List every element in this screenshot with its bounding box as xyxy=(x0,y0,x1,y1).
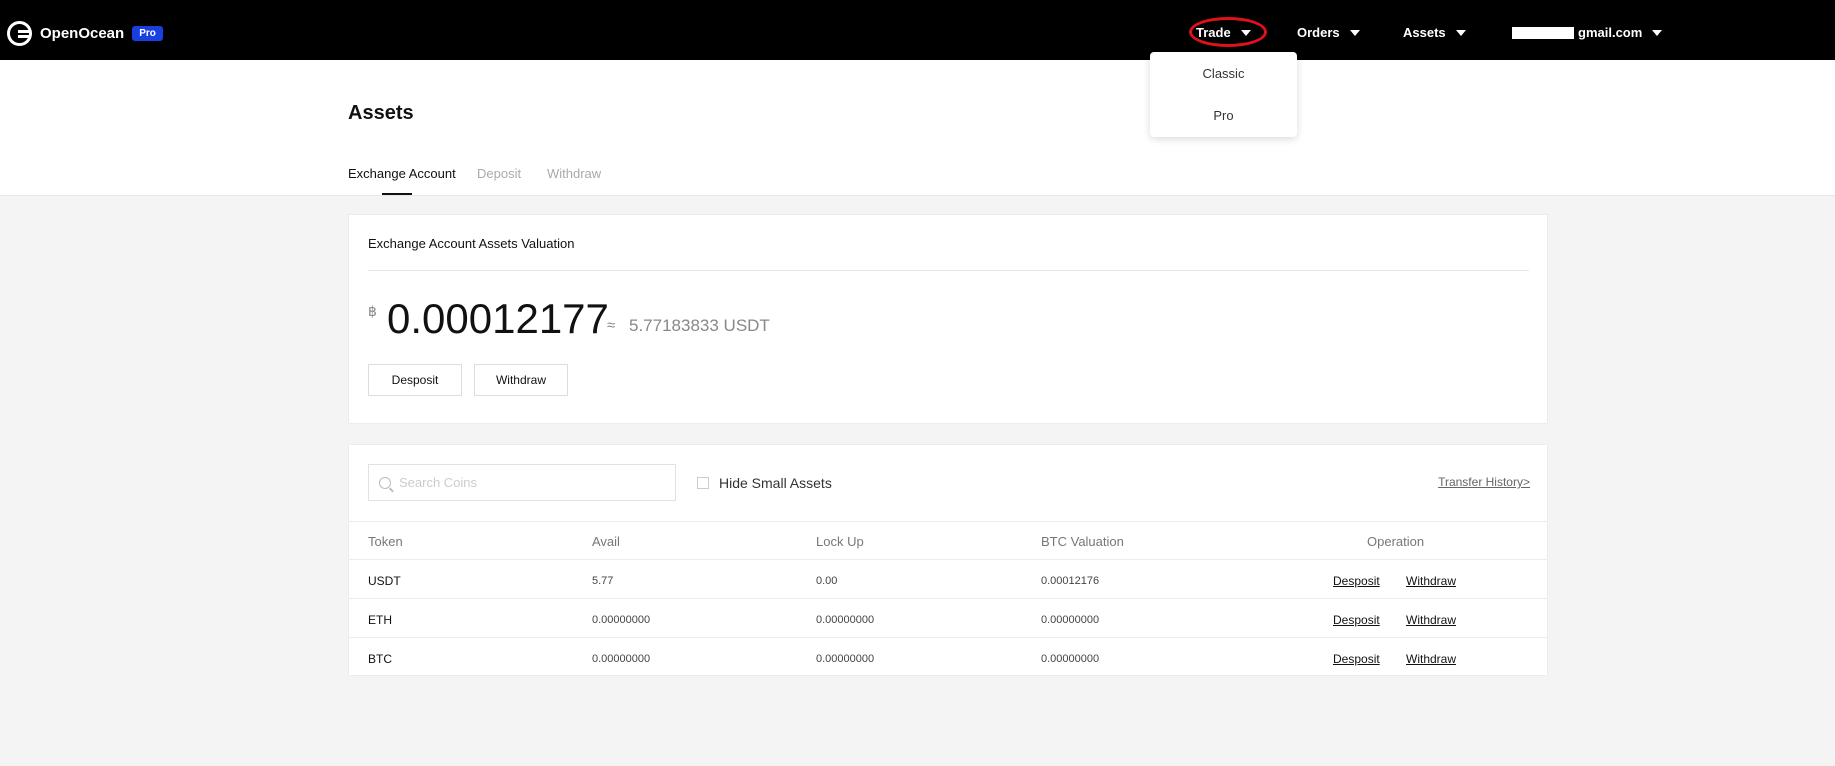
usdt-valuation-value: 5.77183833 USDT xyxy=(629,316,770,335)
hide-small-assets-label: Hide Small Assets xyxy=(719,475,832,491)
nav-assets[interactable]: Assets xyxy=(1403,25,1466,40)
divider xyxy=(368,270,1529,271)
transfer-history-link[interactable]: Transfer History> xyxy=(1438,475,1530,489)
row-deposit-link[interactable]: Desposit xyxy=(1333,652,1380,666)
nav-orders-label: Orders xyxy=(1297,25,1340,40)
hide-small-assets-checkbox[interactable] xyxy=(697,477,709,489)
cell-lock-up: 0.00000000 xyxy=(816,653,875,665)
cell-avail: 5.77 xyxy=(592,575,614,587)
caret-down-icon xyxy=(1240,29,1251,36)
nav-trade-label: Trade xyxy=(1196,25,1231,40)
row-withdraw-link[interactable]: Withdraw xyxy=(1406,613,1456,627)
row-divider xyxy=(349,559,1547,560)
row-withdraw-link[interactable]: Withdraw xyxy=(1406,652,1456,666)
withdraw-button[interactable]: Withdraw xyxy=(474,364,568,396)
pro-badge: Pro xyxy=(132,25,163,41)
row-divider xyxy=(349,598,1547,599)
active-tab-indicator xyxy=(382,193,412,195)
valuation-title: Exchange Account Assets Valuation xyxy=(368,236,575,251)
cell-btc-valuation: 0.00000000 xyxy=(1041,653,1100,665)
cell-btc-valuation: 0.00012176 xyxy=(1041,575,1100,587)
caret-down-icon xyxy=(1652,29,1663,36)
tab-deposit[interactable]: Deposit xyxy=(477,166,521,181)
openocean-logo-icon xyxy=(7,20,32,46)
brand-logo[interactable]: OpenOcean Pro xyxy=(7,20,163,46)
cell-avail: 0.00000000 xyxy=(592,614,651,626)
account-redaction xyxy=(1512,26,1574,39)
nav-account[interactable]: gmail.com xyxy=(1512,25,1663,40)
cell-token: USDT xyxy=(368,574,401,588)
valuation-card: Exchange Account Assets Valuation ฿ 0.00… xyxy=(348,214,1548,424)
nav-orders[interactable]: Orders xyxy=(1297,25,1360,40)
btc-symbol-icon: ฿ xyxy=(368,303,377,319)
column-header-operation: Operation xyxy=(1367,534,1425,549)
cell-lock-up: 0.00 xyxy=(816,575,838,587)
row-deposit-link[interactable]: Desposit xyxy=(1333,613,1380,627)
page-title: Assets xyxy=(348,102,414,124)
column-header-avail: Avail xyxy=(592,534,620,549)
search-icon xyxy=(379,476,391,489)
cell-avail: 0.00000000 xyxy=(592,653,651,665)
trade-dropdown-menu: Classic Pro xyxy=(1150,52,1297,137)
page-header: Assets Exchange Account Deposit Withdraw xyxy=(0,60,1835,196)
column-header-btc-valuation: BTC Valuation xyxy=(1041,534,1124,549)
approx-symbol: ≈ xyxy=(607,317,616,334)
cell-lock-up: 0.00000000 xyxy=(816,614,875,626)
row-withdraw-link[interactable]: Withdraw xyxy=(1406,574,1456,588)
nav-trade[interactable]: Trade xyxy=(1196,25,1251,40)
nav-assets-label: Assets xyxy=(1403,25,1446,40)
deposit-button[interactable]: Desposit xyxy=(368,364,462,396)
cell-token: BTC xyxy=(368,652,392,666)
account-email: gmail.com xyxy=(1578,25,1643,40)
tab-withdraw[interactable]: Withdraw xyxy=(547,166,601,181)
search-input[interactable] xyxy=(399,475,669,490)
table-divider xyxy=(349,521,1547,522)
row-divider xyxy=(349,637,1547,638)
caret-down-icon xyxy=(1455,29,1466,36)
column-header-lock-up: Lock Up xyxy=(816,534,864,549)
row-deposit-link[interactable]: Desposit xyxy=(1333,574,1380,588)
caret-down-icon xyxy=(1349,29,1360,36)
cell-btc-valuation: 0.00000000 xyxy=(1041,614,1100,626)
cell-token: ETH xyxy=(368,613,392,627)
btc-valuation-value: 0.00012177 xyxy=(387,295,609,342)
top-navbar: OpenOcean Pro Trade Orders Assets gmail.… xyxy=(0,4,1835,60)
search-box[interactable] xyxy=(368,464,676,501)
trade-menu-classic[interactable]: Classic xyxy=(1150,66,1297,81)
assets-table-card: Hide Small Assets Transfer History> Toke… xyxy=(348,444,1548,676)
column-header-token: Token xyxy=(368,534,403,549)
trade-menu-pro[interactable]: Pro xyxy=(1150,108,1297,123)
tab-exchange-account[interactable]: Exchange Account xyxy=(348,166,456,181)
brand-name: OpenOcean xyxy=(40,24,125,42)
